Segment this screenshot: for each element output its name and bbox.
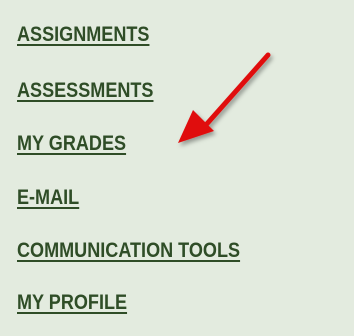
nav-link-assignments[interactable]: ASSIGNMENTS xyxy=(17,24,149,46)
nav-link-communication-tools[interactable]: COMMUNICATION TOOLS xyxy=(17,240,240,262)
nav-link-assessments[interactable]: ASSESSMENTS xyxy=(17,80,153,102)
nav-link-my-grades[interactable]: MY GRADES xyxy=(17,133,126,155)
nav-link-e-mail[interactable]: E-MAIL xyxy=(17,187,79,209)
course-nav-menu: ASSIGNMENTS ASSESSMENTS MY GRADES E-MAIL… xyxy=(17,0,354,336)
nav-link-my-profile[interactable]: MY PROFILE xyxy=(17,292,127,314)
